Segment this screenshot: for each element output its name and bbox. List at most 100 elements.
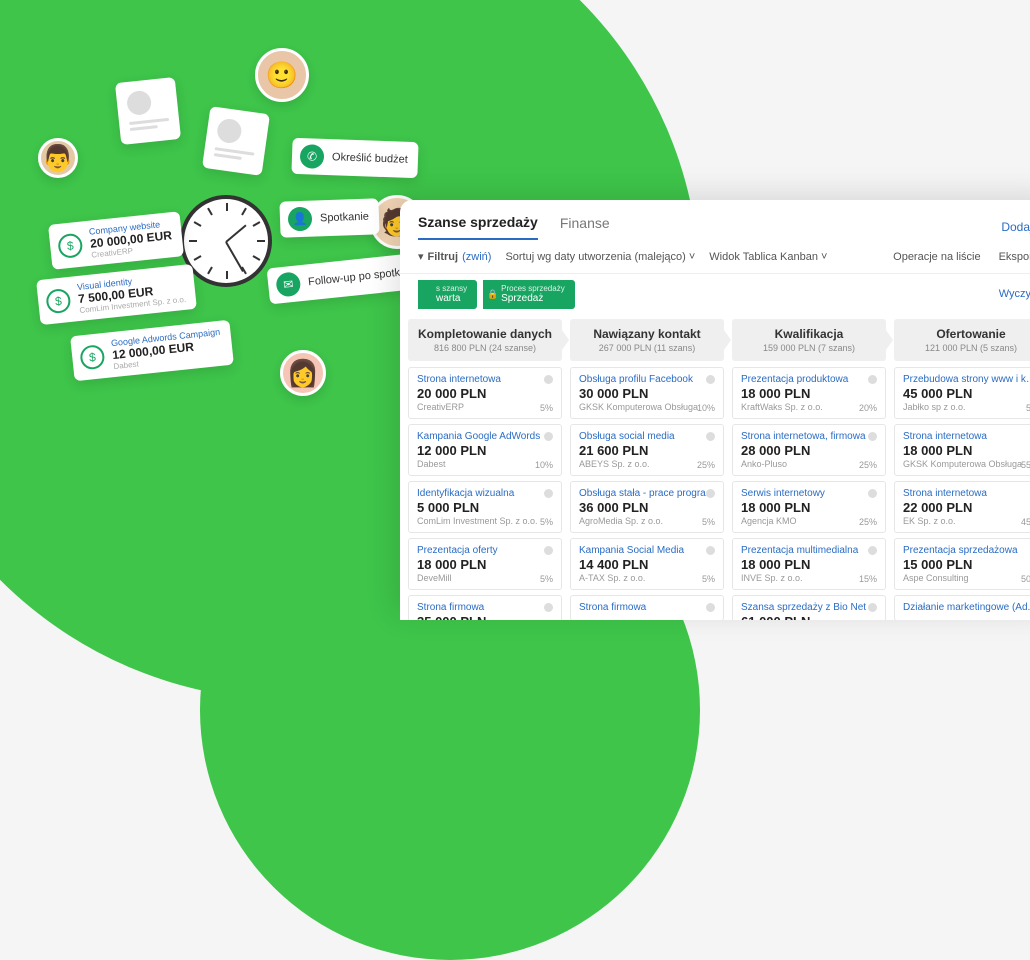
filter-button[interactable]: ▾ Filtruj (zwiń) <box>418 250 491 263</box>
deal-company: A-TAX Sp. z o.o. <box>579 573 715 583</box>
deal-card[interactable]: Serwis internetowy18 000 PLNAgencja KMO2… <box>732 481 886 533</box>
deal-title: Identyfikacja wizualna <box>417 488 553 499</box>
status-dot <box>706 603 715 612</box>
money-icon: $ <box>45 287 71 313</box>
deal-title: Prezentacja sprzedażowa <box>903 545 1030 556</box>
deal-company: ABEYS Sp. z o.o. <box>579 459 715 469</box>
sort-dropdown[interactable]: Sortuj wg daty utworzenia (malejąco) ˅ <box>505 251 695 263</box>
deal-card[interactable]: Obsługa stała - prace progra...36 000 PL… <box>570 481 724 533</box>
status-dot <box>544 375 553 384</box>
deal-card[interactable]: Działanie marketingowe (Ad... <box>894 595 1030 620</box>
status-dot <box>868 546 877 555</box>
deal-amount: 18 000 PLN <box>741 557 877 572</box>
deal-card[interactable]: Przebudowa strony www i ka...45 000 PLNJ… <box>894 367 1030 419</box>
deal-card[interactable]: Strona internetowa18 000 PLNGKSK Kompute… <box>894 424 1030 476</box>
filter-chip-process[interactable]: 🔒 Proces sprzedaży Sprzedaż <box>483 280 575 309</box>
deal-percent: 5% <box>1026 403 1030 413</box>
deal-title: Strona internetowa <box>903 431 1030 442</box>
export-link[interactable]: Eksportu <box>999 251 1030 263</box>
view-dropdown[interactable]: Widok Tablica Kanban ˅ <box>709 251 827 263</box>
deal-card[interactable]: Kampania Google AdWords12 000 PLNDabest1… <box>408 424 562 476</box>
deal-card[interactable]: Obsługa profilu Facebook30 000 PLNGKSK K… <box>570 367 724 419</box>
phone-icon: ✆ <box>300 144 325 169</box>
deal-card[interactable]: Prezentacja produktowa18 000 PLNKraftWak… <box>732 367 886 419</box>
deal-company: Agencja KMO <box>741 516 877 526</box>
deal-amount: 18 000 PLN <box>903 443 1030 458</box>
deal-card[interactable]: Prezentacja sprzedażowa15 000 PLNAspe Co… <box>894 538 1030 590</box>
deal-amount: 30 000 PLN <box>579 386 715 401</box>
column-title: Nawiązany kontakt <box>578 327 716 341</box>
deal-percent: 25% <box>859 460 877 470</box>
profile-card <box>202 106 270 176</box>
column-header: Kompletowanie danych816 800 PLN (24 szan… <box>408 319 562 361</box>
tab-finance[interactable]: Finanse <box>560 215 610 239</box>
kanban-column: Kompletowanie danych816 800 PLN (24 szan… <box>408 319 562 620</box>
column-subtitle: 159 000 PLN (7 szans) <box>740 343 878 353</box>
deal-card[interactable]: Identyfikacja wizualna5 000 PLNComLim In… <box>408 481 562 533</box>
status-dot <box>706 546 715 555</box>
deal-amount: 14 400 PLN <box>579 557 715 572</box>
task-label: Określić budżet <box>332 151 408 166</box>
task-card: ✆ Określić budżet <box>291 138 418 178</box>
column-title: Kwalifikacja <box>740 327 878 341</box>
deal-percent: 10% <box>697 403 715 413</box>
deal-card[interactable]: Obsługa social media21 600 PLNABEYS Sp. … <box>570 424 724 476</box>
column-title: Ofertowanie <box>902 327 1030 341</box>
deal-amount: 18 000 PLN <box>741 386 877 401</box>
deal-company: Aspe Consulting <box>903 573 1030 583</box>
deal-card[interactable]: Szansa sprzedaży z Bio Net61 000 PLN <box>732 595 886 620</box>
avatar: 👩 <box>280 350 326 396</box>
kanban-column: Kwalifikacja 159 000 PLN (7 szans) Prezent… <box>732 319 886 620</box>
deal-card[interactable]: Strona internetowa22 000 PLNEK Sp. z o.o… <box>894 481 1030 533</box>
deal-card: $ Visual identity7 500,00 EURComLim Inve… <box>36 264 197 325</box>
column-subtitle: 816 800 PLN (24 szanse) <box>416 343 554 353</box>
kanban-column: Nawiązany kontakt 267 000 PLN (11 szans) O… <box>570 319 724 620</box>
deal-title: Obsługa profilu Facebook <box>579 374 715 385</box>
deal-card[interactable]: Kampania Social Media14 400 PLNA-TAX Sp.… <box>570 538 724 590</box>
money-icon: $ <box>57 232 83 258</box>
deal-card[interactable]: Strona firmowa <box>570 595 724 620</box>
deal-percent: 5% <box>540 574 553 584</box>
deal-title: Serwis internetowy <box>741 488 877 499</box>
deal-amount: 45 000 PLN <box>903 386 1030 401</box>
deal-amount: 61 000 PLN <box>741 614 877 620</box>
chevron-down-icon: ˅ <box>821 251 827 263</box>
column-header: Nawiązany kontakt 267 000 PLN (11 szans) <box>570 319 724 361</box>
deal-title: Działanie marketingowe (Ad... <box>903 602 1030 613</box>
tab-opportunities[interactable]: Szanse sprzedaży <box>418 214 538 240</box>
column-header: Ofertowanie121 000 PLN (5 szans) <box>894 319 1030 361</box>
filter-chip-status[interactable]: s szansy warta <box>418 280 477 309</box>
add-link[interactable]: Dodaj s <box>1001 220 1030 234</box>
deal-amount: 18 000 PLN <box>417 557 553 572</box>
clear-filters-link[interactable]: Wyczyść <box>999 288 1030 300</box>
column-subtitle: 267 000 PLN (11 szans) <box>578 343 716 353</box>
deal-percent: 55% <box>1021 460 1030 470</box>
deal-percent: 20% <box>859 403 877 413</box>
app-toolbar: ▾ Filtruj (zwiń) Sortuj wg daty utworzen… <box>400 240 1030 274</box>
money-icon: $ <box>79 344 105 370</box>
column-header: Kwalifikacja 159 000 PLN (7 szans) <box>732 319 886 361</box>
deal-company: CreativERP <box>417 402 553 412</box>
mail-icon: ✉ <box>275 271 301 297</box>
deal-amount: 12 000 PLN <box>417 443 553 458</box>
list-ops-link[interactable]: Operacje na liście <box>893 251 980 263</box>
deal-percent: 5% <box>540 517 553 527</box>
deal-amount: 5 000 PLN <box>417 500 553 515</box>
kanban-column: Ofertowanie121 000 PLN (5 szans) Przebudo… <box>894 319 1030 620</box>
app-tabs: Szanse sprzedaży Finanse Dodaj s <box>400 200 1030 240</box>
deal-card[interactable]: Strona internetowa, firmowa28 000 PLNAnk… <box>732 424 886 476</box>
deal-company: ComLim Investment Sp. z o.o. <box>417 516 553 526</box>
deal-percent: 15% <box>859 574 877 584</box>
deal-amount: 36 000 PLN <box>579 500 715 515</box>
deal-card[interactable]: Prezentacja oferty18 000 PLNDeveMill5% <box>408 538 562 590</box>
deal-percent: 45% <box>1021 517 1030 527</box>
deal-title: Strona firmowa <box>579 602 715 613</box>
deal-card[interactable]: Strona internetowa20 000 PLNCreativERP5% <box>408 367 562 419</box>
lock-icon: 🔒 <box>487 289 498 299</box>
deal-card[interactable]: Prezentacja multimedialna18 000 PLNINVE … <box>732 538 886 590</box>
clock-illustration <box>180 195 272 287</box>
deal-title: Kampania Google AdWords <box>417 431 553 442</box>
deal-card[interactable]: Strona firmowa35 000 PLN <box>408 595 562 620</box>
deal-title: Kampania Social Media <box>579 545 715 556</box>
status-dot <box>868 432 877 441</box>
